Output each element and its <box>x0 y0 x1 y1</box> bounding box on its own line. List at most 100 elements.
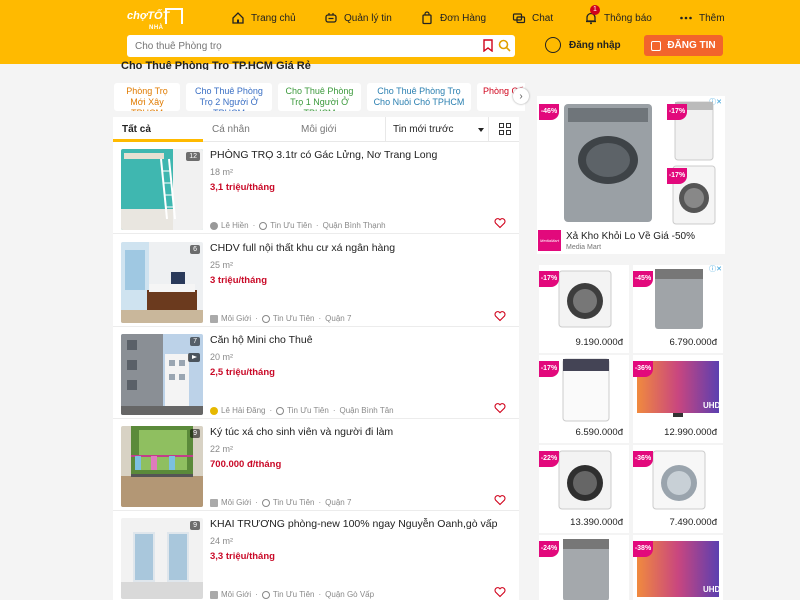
chip-2-people[interactable]: Cho Thuê Phòng Trọ 2 Người Ở TPHCM <box>186 83 272 111</box>
listing-title[interactable]: Căn hộ Mini cho Thuê <box>210 334 313 346</box>
listing-area: 24 m² <box>210 536 234 546</box>
listing-thumbnail[interactable]: 9 <box>121 518 203 599</box>
ad-choices-icon[interactable]: ⓘ✕ <box>709 264 722 274</box>
listing-meta: Lê Hiền · Tin Ưu Tiên · Quận Bình Thạnh <box>210 221 386 230</box>
priority-badge-icon <box>276 406 285 415</box>
edit-post-icon <box>651 40 662 51</box>
tab-all[interactable]: Tất cả <box>122 124 151 135</box>
tab-personal[interactable]: Cá nhân <box>212 124 250 135</box>
ad-product-card[interactable]: -45% 6.790.000đ <box>633 265 723 353</box>
chip-pet-dog[interactable]: Cho Thuê Phòng Trọ Cho Nuôi Chó TPHCM <box>367 83 471 111</box>
page-title: Cho Thuê Phòng Trọ TP.HCM Giá Rẻ <box>121 60 311 70</box>
broker-shop-icon <box>210 314 218 323</box>
seller-avatar-icon <box>210 406 218 415</box>
photo-count: 9 <box>190 429 200 438</box>
listing-area: 22 m² <box>210 444 234 454</box>
top-header: chợTỐT NHÀ Trang chủ Quản lý tin Đơn Hàn… <box>0 0 800 64</box>
post-ad-button[interactable]: ĐĂNG TIN <box>644 35 723 56</box>
listing-meta: Môi Giới · Tin Ưu Tiên · Quận Gò Vấp <box>210 590 374 599</box>
grid-view-icon[interactable] <box>499 123 511 135</box>
listing-meta: Lê Hải Đăng · Tin Ưu Tiên · Quận Bình Tân <box>210 406 394 415</box>
photo-count: 9 <box>190 521 200 530</box>
ad-product-card[interactable]: -17% 9.190.000đ <box>539 265 629 353</box>
chip-new-rooms[interactable]: Phòng Trọ Mới Xây TPHCM <box>114 83 180 111</box>
listing-area: 18 m² <box>210 167 234 177</box>
ad-product-grid: ⓘ✕ -17% 9.190.000đ -45% 6.790.000đ -17% … <box>537 263 725 600</box>
listing-price: 700.000 đ/tháng <box>210 459 282 470</box>
listing-title[interactable]: KHAI TRƯƠNG phòng-new 100% ngay Nguyễn O… <box>210 518 497 530</box>
listing-price: 3,1 triệu/tháng <box>210 182 275 193</box>
photo-count: 7 <box>190 337 200 346</box>
ad-brand: Media Mart <box>566 244 602 251</box>
nav-more[interactable]: Thêm <box>679 9 725 27</box>
manage-icon <box>324 11 338 25</box>
save-heart-icon[interactable] <box>494 217 506 229</box>
seller-avatar-icon <box>210 221 218 230</box>
user-avatar-icon <box>545 37 561 53</box>
chotot-nha-logo[interactable]: chợTỐT NHÀ <box>127 8 183 34</box>
discount-badge: -17% <box>667 168 687 184</box>
related-search-chips: Phòng Trọ Mới Xây TPHCM Cho Thuê Phòng T… <box>114 83 525 111</box>
listing-item[interactable]: 12 PHÒNG TRỌ 3.1tr có Gác Lửng, Nơ Trang… <box>113 142 519 234</box>
listing-item[interactable]: 9 KHAI TRƯƠNG phòng-new 100% ngay Nguyễn… <box>113 511 519 600</box>
ad-product-card[interactable]: -36% UHD 12.990.000đ <box>633 355 723 443</box>
discount-badge: -46% <box>539 104 559 120</box>
listing-meta: Môi Giới · Tin Ưu Tiên · Quận 7 <box>210 314 351 323</box>
nav-manage-posts[interactable]: Quản lý tin <box>324 9 392 27</box>
listing-thumbnail[interactable]: 6 <box>121 242 203 323</box>
listing-area: 25 m² <box>210 260 234 270</box>
priority-badge-icon <box>261 498 270 507</box>
login-button[interactable]: Đăng nhập <box>545 37 621 53</box>
ad-product-card[interactable]: -38% UHD <box>633 535 723 600</box>
listing-thumbnail[interactable]: 9 <box>121 426 203 507</box>
ad-product-card[interactable]: -24% <box>539 535 629 600</box>
video-play-icon <box>188 353 200 362</box>
listing-meta: Môi Giới · Tin Ưu Tiên · Quận 7 <box>210 498 351 507</box>
nav-chat[interactable]: Chat <box>512 9 553 27</box>
search-icon[interactable] <box>498 39 511 52</box>
nav-home[interactable]: Trang chủ <box>231 9 296 27</box>
discount-badge: -17% <box>667 104 687 120</box>
broker-shop-icon <box>210 590 218 599</box>
sort-dropdown[interactable]: Tin mới trước <box>385 117 489 142</box>
ad-product-card[interactable]: -36% 7.490.000đ <box>633 445 723 533</box>
save-heart-icon[interactable] <box>494 586 506 598</box>
home-icon <box>231 11 245 25</box>
listing-title[interactable]: Ký túc xá cho sinh viên và người đi làm <box>210 426 393 438</box>
listing-title[interactable]: CHDV full nội thất khu cư xá ngân hàng <box>210 242 395 254</box>
ad-headline[interactable]: Xả Kho Khỏi Lo Về Giá -50% <box>566 231 695 242</box>
search-bar <box>127 35 515 57</box>
photo-count: 6 <box>190 245 200 254</box>
listing-area: 20 m² <box>210 352 234 362</box>
ad-product-card[interactable]: -22% 13.390.000đ <box>539 445 629 533</box>
listing-price: 2,5 triệu/tháng <box>210 367 275 378</box>
listing-price: 3 triệu/tháng <box>210 275 268 286</box>
priority-badge-icon <box>259 221 268 230</box>
save-heart-icon[interactable] <box>494 494 506 506</box>
notification-badge: 1 <box>590 5 600 15</box>
saved-search-bookmark-icon[interactable] <box>482 39 494 52</box>
listing-item[interactable]: 9 Ký túc xá cho sinh viên và người đi là… <box>113 419 519 511</box>
photo-count: 12 <box>186 152 200 161</box>
listing-thumbnail[interactable]: 12 <box>121 149 203 230</box>
order-bag-icon <box>420 11 434 25</box>
more-dots-icon <box>679 11 693 25</box>
search-input[interactable] <box>135 38 465 54</box>
priority-badge-icon <box>261 590 270 599</box>
tab-broker[interactable]: Môi giới <box>301 124 336 135</box>
listing-item[interactable]: 7 Căn hộ Mini cho Thuê 20 m² 2,5 triệu/t… <box>113 327 519 419</box>
save-heart-icon[interactable] <box>494 402 506 414</box>
house-logo-icon <box>165 8 183 24</box>
save-heart-icon[interactable] <box>494 310 506 322</box>
nav-orders[interactable]: Đơn Hàng <box>420 9 486 27</box>
listing-thumbnail[interactable]: 7 <box>121 334 203 415</box>
mediamart-logo[interactable]: MediaMart <box>538 230 561 251</box>
chip-1-person[interactable]: Cho Thuê Phòng Trọ 1 Người Ở TPHCM <box>278 83 361 111</box>
listing-price: 3,3 triệu/tháng <box>210 551 275 562</box>
listing-item[interactable]: 6 CHDV full nội thất khu cư xá ngân hàng… <box>113 235 519 327</box>
chips-next-arrow-icon[interactable]: › <box>513 88 529 104</box>
priority-badge-icon <box>261 314 270 323</box>
listing-title[interactable]: PHÒNG TRỌ 3.1tr có Gác Lửng, Nơ Trang Lo… <box>210 149 437 161</box>
ad-product-card[interactable]: -17% 6.590.000đ <box>539 355 629 443</box>
caret-down-icon <box>478 128 484 132</box>
